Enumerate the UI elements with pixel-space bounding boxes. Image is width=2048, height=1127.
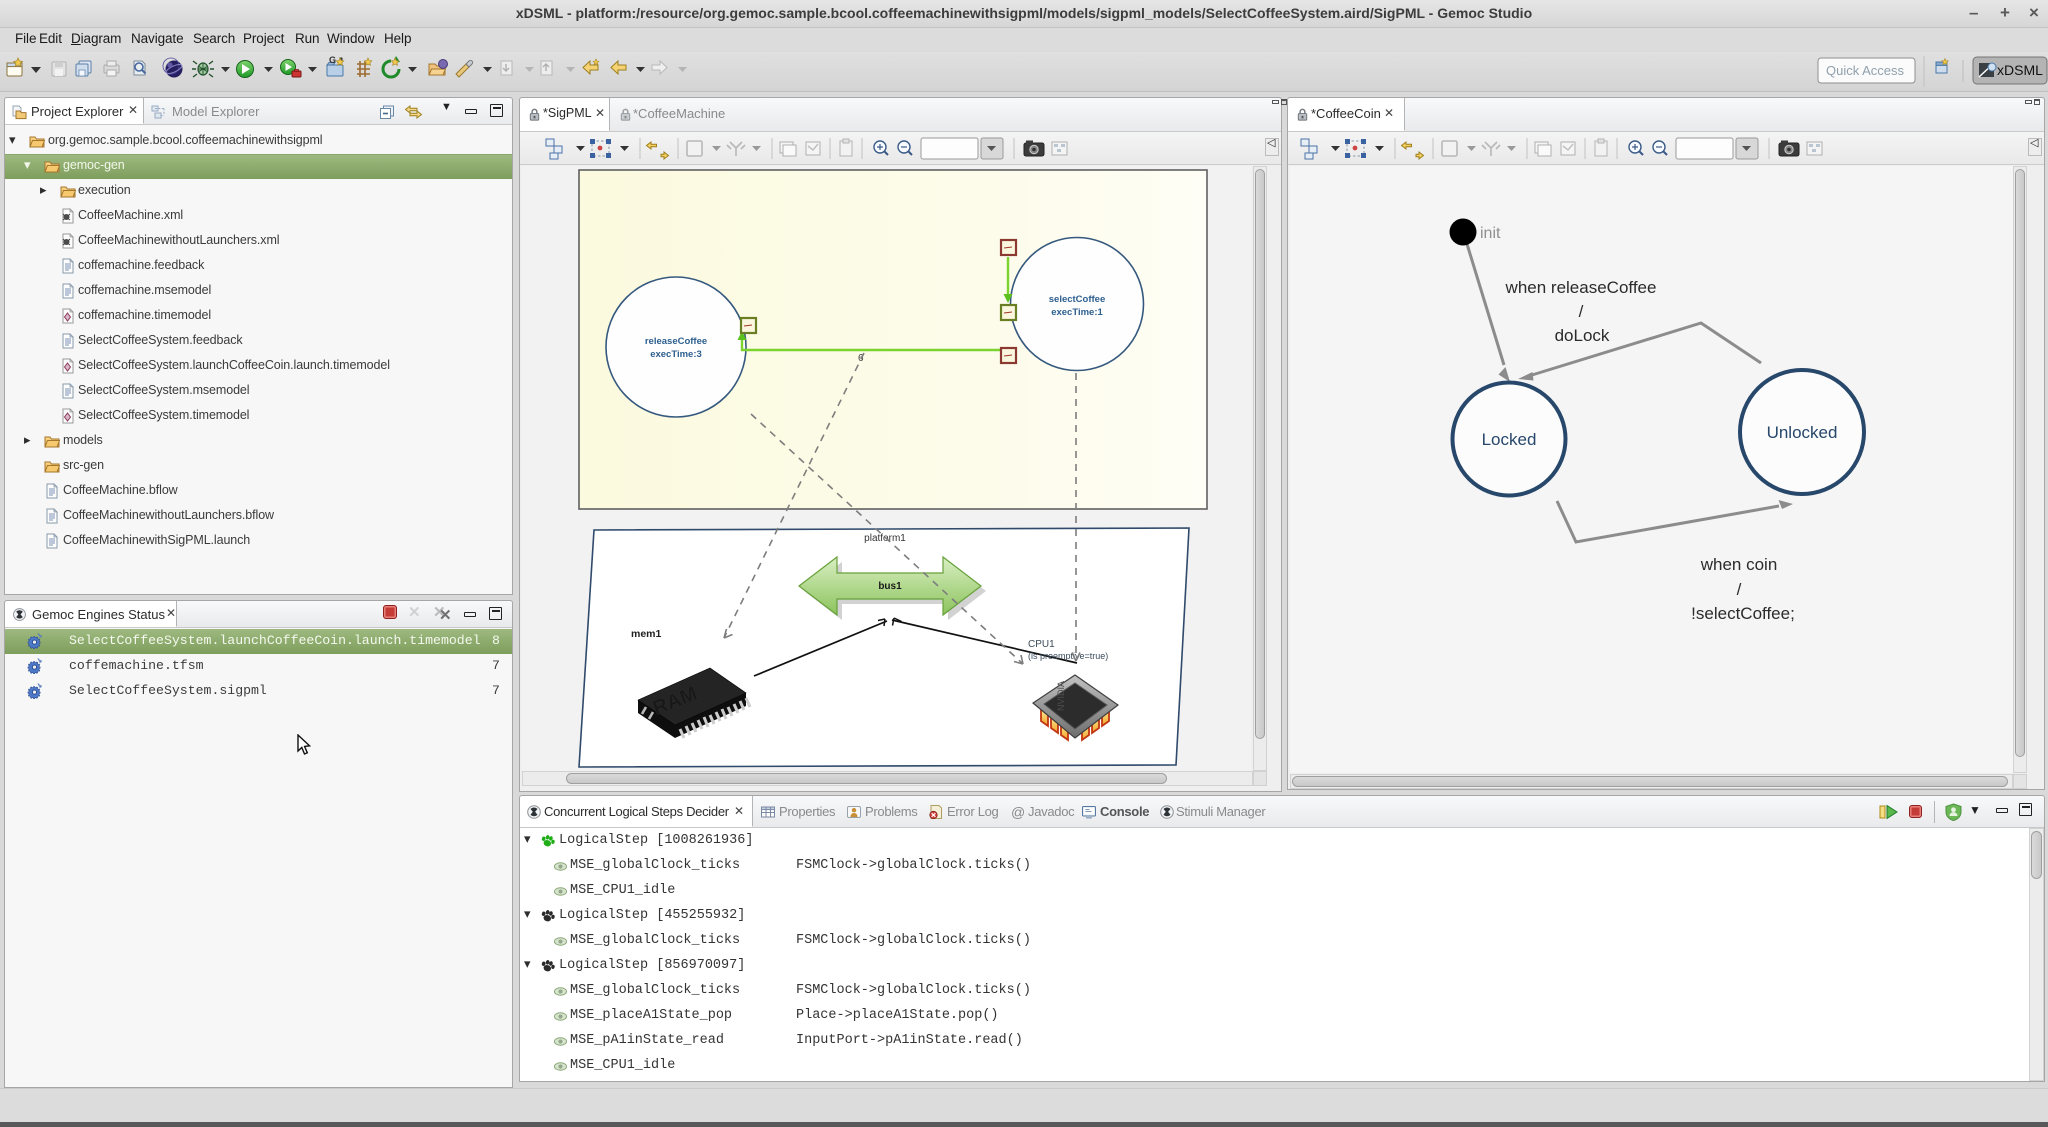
svg-text:/: / [1737,580,1742,599]
svg-text:execTime:1: execTime:1 [1051,307,1103,318]
svg-text:execTime:3: execTime:3 [650,349,702,360]
svg-text:!selectCoffee;: !selectCoffee; [1691,604,1795,623]
svg-text:doLock: doLock [1555,326,1610,345]
svg-text:init: init [1480,225,1501,242]
svg-text:Locked: Locked [1482,430,1537,449]
svg-text:releaseCoffee: releaseCoffee [645,336,707,347]
svg-text:mem1: mem1 [631,628,662,640]
svg-text:/: / [1579,302,1584,321]
svg-text:CPU1: CPU1 [1028,639,1055,650]
svg-text:bus1: bus1 [878,581,902,592]
svg-text:NVIDIA: NVIDIA [1056,681,1066,711]
svg-text:Quick Access: Quick Access [1826,63,1905,78]
svg-text:xDSML: xDSML [1997,62,2043,78]
svg-text:platform1: platform1 [864,533,906,544]
svg-text:selectCoffee: selectCoffee [1049,294,1106,305]
svg-text:(is preemptive=true): (is preemptive=true) [1028,651,1108,661]
svg-text:Unlocked: Unlocked [1767,423,1838,442]
svg-text:when releaseCoffee: when releaseCoffee [1505,278,1657,297]
svg-text:when coin: when coin [1700,555,1778,574]
